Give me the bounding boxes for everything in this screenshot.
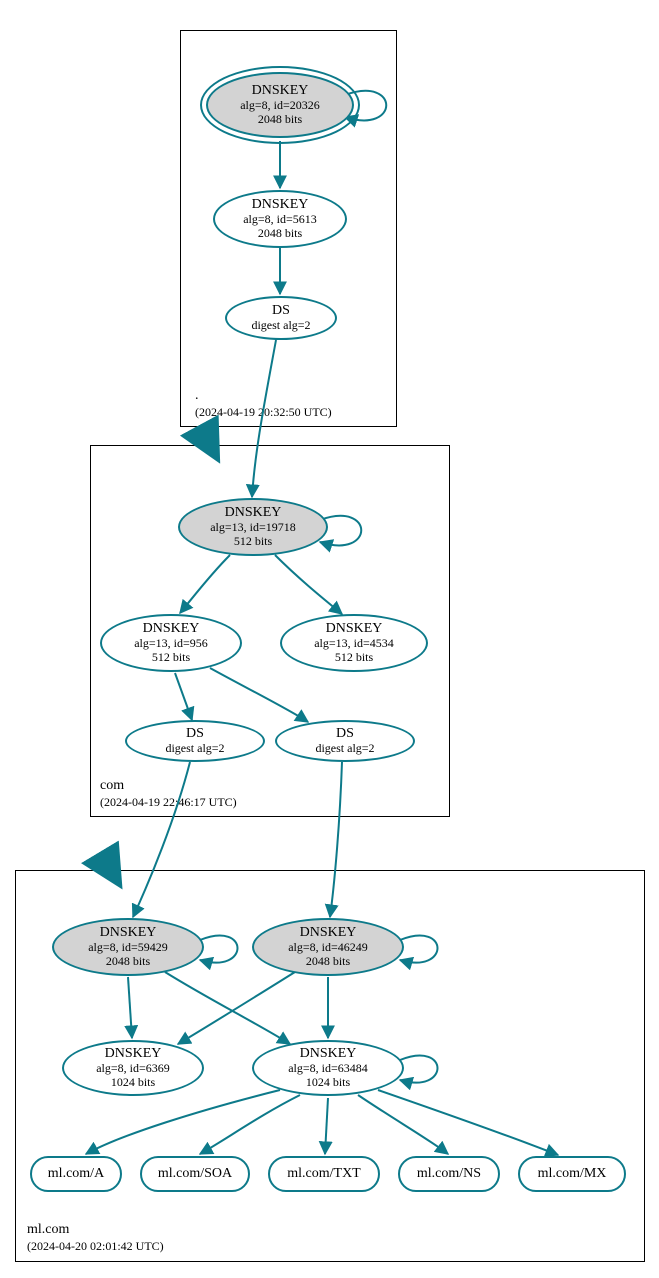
- node-sub1: digest alg=2: [315, 742, 374, 756]
- node-sub2: 1024 bits: [306, 1076, 350, 1090]
- node-rr-soa: ml.com/SOA: [140, 1156, 250, 1192]
- node-sub2: 2048 bits: [258, 227, 302, 241]
- node-title: DNSKEY: [105, 1046, 162, 1062]
- node-ml-zsk1: DNSKEY alg=8, id=6369 1024 bits: [62, 1040, 204, 1096]
- node-com-ds2: DS digest alg=2: [275, 720, 415, 762]
- zone-root-name: .: [195, 388, 332, 405]
- node-title: DNSKEY: [143, 621, 200, 637]
- node-ml-ksk2: DNSKEY alg=8, id=46249 2048 bits: [252, 918, 404, 976]
- rr-label: ml.com/MX: [538, 1166, 607, 1182]
- node-title: DS: [186, 726, 204, 742]
- node-sub2: 2048 bits: [106, 955, 150, 969]
- node-sub1: digest alg=2: [165, 742, 224, 756]
- zone-root-timestamp: (2024-04-19 20:32:50 UTC): [195, 405, 332, 419]
- node-sub1: alg=13, id=956: [134, 637, 208, 651]
- node-sub1: alg=8, id=20326: [240, 99, 320, 113]
- node-sub1: alg=8, id=59429: [88, 941, 168, 955]
- node-sub1: alg=8, id=63484: [288, 1062, 368, 1076]
- node-com-ksk: DNSKEY alg=13, id=19718 512 bits: [178, 498, 328, 556]
- node-com-zsk2: DNSKEY alg=13, id=4534 512 bits: [280, 614, 428, 672]
- node-ml-zsk2: DNSKEY alg=8, id=63484 1024 bits: [252, 1040, 404, 1096]
- node-title: DNSKEY: [100, 925, 157, 941]
- node-root-ds: DS digest alg=2: [225, 296, 337, 340]
- node-title: DNSKEY: [300, 1046, 357, 1062]
- zone-mlcom-timestamp: (2024-04-20 02:01:42 UTC): [27, 1239, 164, 1253]
- zone-com-timestamp: (2024-04-19 22:46:17 UTC): [100, 795, 237, 809]
- node-ml-ksk1: DNSKEY alg=8, id=59429 2048 bits: [52, 918, 204, 976]
- zone-com-name: com: [100, 778, 237, 795]
- rr-label: ml.com/SOA: [158, 1166, 232, 1182]
- zone-mlcom-name: ml.com: [27, 1222, 164, 1239]
- node-title: DNSKEY: [300, 925, 357, 941]
- node-title: DS: [336, 726, 354, 742]
- node-rr-txt: ml.com/TXT: [268, 1156, 380, 1192]
- node-sub2: 2048 bits: [306, 955, 350, 969]
- node-sub2: 512 bits: [152, 651, 190, 665]
- node-sub1: alg=13, id=19718: [210, 521, 296, 535]
- node-sub2: 512 bits: [335, 651, 373, 665]
- node-sub2: 512 bits: [234, 535, 272, 549]
- node-sub1: digest alg=2: [251, 319, 310, 333]
- zone-com-label: com (2024-04-19 22:46:17 UTC): [100, 778, 237, 809]
- node-rr-mx: ml.com/MX: [518, 1156, 626, 1192]
- node-title: DS: [272, 303, 290, 319]
- rr-label: ml.com/NS: [417, 1166, 481, 1182]
- node-title: DNSKEY: [252, 83, 309, 99]
- node-sub2: 1024 bits: [111, 1076, 155, 1090]
- zone-mlcom-label: ml.com (2024-04-20 02:01:42 UTC): [27, 1222, 164, 1253]
- node-rr-a: ml.com/A: [30, 1156, 122, 1192]
- node-rr-ns: ml.com/NS: [398, 1156, 500, 1192]
- node-sub1: alg=8, id=6369: [96, 1062, 170, 1076]
- node-sub1: alg=8, id=5613: [243, 213, 317, 227]
- node-sub1: alg=8, id=46249: [288, 941, 368, 955]
- node-sub2: 2048 bits: [258, 113, 302, 127]
- node-root-zsk: DNSKEY alg=8, id=5613 2048 bits: [213, 190, 347, 248]
- node-com-zsk1: DNSKEY alg=13, id=956 512 bits: [100, 614, 242, 672]
- rr-label: ml.com/A: [48, 1166, 104, 1182]
- rr-label: ml.com/TXT: [287, 1166, 361, 1182]
- node-root-ksk: DNSKEY alg=8, id=20326 2048 bits: [206, 72, 354, 138]
- node-title: DNSKEY: [252, 197, 309, 213]
- node-title: DNSKEY: [326, 621, 383, 637]
- zone-root-label: . (2024-04-19 20:32:50 UTC): [195, 388, 332, 419]
- node-title: DNSKEY: [225, 505, 282, 521]
- node-com-ds1: DS digest alg=2: [125, 720, 265, 762]
- node-sub1: alg=13, id=4534: [314, 637, 394, 651]
